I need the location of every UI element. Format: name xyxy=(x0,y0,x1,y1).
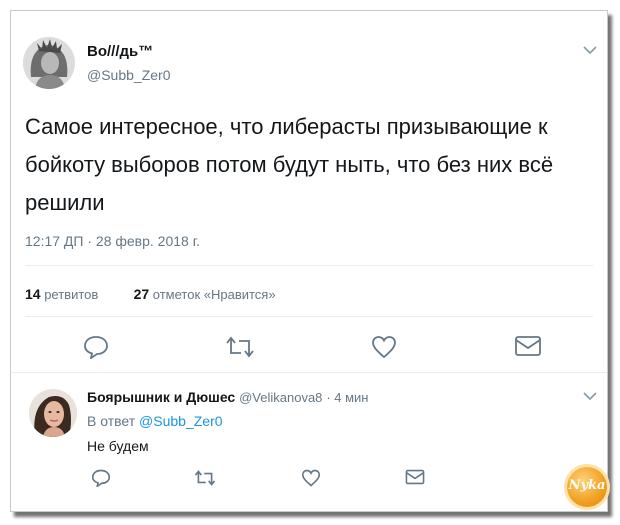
reply-text: Не будем xyxy=(87,438,149,454)
reply-author-name[interactable]: Боярышник и Дюшес xyxy=(87,389,235,405)
reply-icon[interactable] xyxy=(83,335,109,364)
reply-author-line: Боярышник и Дюшес @Velikanova8 · 4 мин xyxy=(87,389,368,405)
retweet-icon[interactable] xyxy=(225,335,255,364)
tweet-card: Во///дь™ @Subb_Zer0 Самое интересное, чт… xyxy=(10,10,608,512)
heart-icon[interactable] xyxy=(301,469,321,492)
reply-time[interactable]: · 4 мин xyxy=(326,390,368,405)
reply-author-avatar[interactable] xyxy=(29,389,77,437)
likes-count[interactable]: 27 xyxy=(134,286,150,302)
divider xyxy=(25,265,593,266)
author-name[interactable]: Во///дь™ xyxy=(87,43,153,60)
chevron-down-icon[interactable] xyxy=(582,43,598,61)
tweet-text: Самое интересное, что либерасты призываю… xyxy=(25,114,554,215)
retweets-label[interactable]: ретвитов xyxy=(44,287,98,302)
reply-author-handle[interactable]: @Velikanova8 xyxy=(239,390,322,405)
author-handle[interactable]: @Subb_Zer0 xyxy=(87,67,170,83)
likes-label[interactable]: отметок «Нравится» xyxy=(153,287,276,302)
in-reply-to: В ответ @Subb_Zer0 xyxy=(87,413,223,429)
in-reply-handle-link[interactable]: @Subb_Zer0 xyxy=(139,413,222,429)
envelope-icon[interactable] xyxy=(405,469,425,490)
tweet-timestamp[interactable]: 12:17 ДП · 28 февр. 2018 г. xyxy=(25,233,200,249)
reply-icon[interactable] xyxy=(91,469,111,492)
divider xyxy=(25,316,593,317)
author-avatar[interactable] xyxy=(23,37,75,89)
watermark-text: Nyka xyxy=(568,478,606,493)
retweet-icon[interactable] xyxy=(194,469,216,492)
tweet-stats: 14 ретвитов 27 отметок «Нравится» xyxy=(25,286,276,302)
in-reply-prefix: В ответ xyxy=(87,413,136,429)
divider xyxy=(11,372,607,373)
heart-icon[interactable] xyxy=(371,335,397,364)
watermark-logo: Nyka xyxy=(567,467,607,507)
chevron-down-icon[interactable] xyxy=(582,389,598,407)
retweets-count[interactable]: 14 xyxy=(25,286,41,302)
envelope-icon[interactable] xyxy=(514,335,542,362)
